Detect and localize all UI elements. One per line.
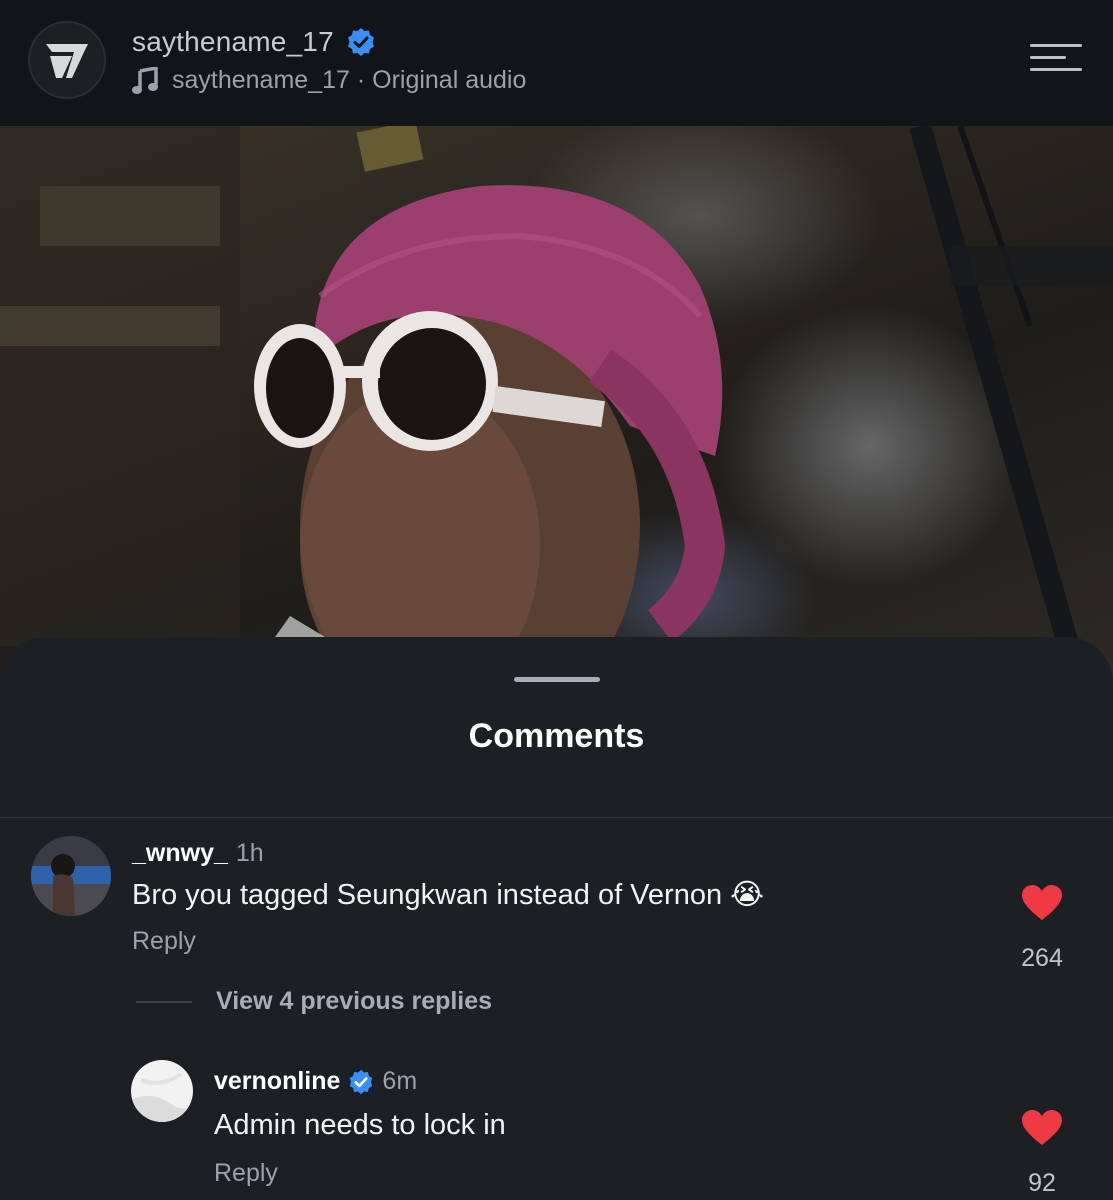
comment-header: _wnwy_ 1h [132,839,264,868]
comments-title: Comments [468,717,645,755]
header-username-row[interactable]: saythename_17 [132,26,376,58]
avatar[interactable] [131,1060,193,1122]
music-note-icon [132,66,158,94]
audio-label[interactable]: saythename_17 · Original audio [172,66,526,95]
heart-icon[interactable] [1022,885,1062,921]
account-avatar[interactable] [28,21,106,99]
reel-comments-screen: saythename_17 saythename_17 · Original a… [0,0,1113,1200]
heart-icon[interactable] [1022,1110,1062,1146]
comment-text: Bro you tagged Seungkwan instead of Vern… [132,879,765,911]
sheet-divider [0,817,1113,818]
avatar-photo [131,1060,193,1122]
replies-line [136,1001,192,1003]
verified-badge-icon [347,28,374,56]
comment-time: 1h [235,839,264,867]
like-count: 92 [1028,1169,1056,1197]
view-previous-replies[interactable]: View 4 previous replies [216,987,492,1016]
video-player[interactable] [0,126,1113,686]
comment-text: Admin needs to lock in [214,1109,506,1141]
reply-button[interactable]: Reply [132,927,196,956]
verified-badge-icon [350,1069,373,1094]
video-frame [0,126,1113,686]
seventeen-logo-icon [46,44,88,78]
header-bar: saythename_17 saythename_17 · Original a… [0,0,1113,126]
sheet-drag-handle[interactable] [514,677,600,682]
audio-row[interactable]: saythename_17 · Original audio [132,66,526,95]
comment-username[interactable]: _wnwy_ [132,839,228,868]
header-username[interactable]: saythename_17 [132,26,334,58]
comment-username[interactable]: vernonline [214,1067,340,1096]
comment-header: vernonline 6m [214,1067,417,1096]
avatar-photo [31,836,111,916]
reply-button[interactable]: Reply [214,1159,278,1188]
comment-time: 6m [382,1067,418,1095]
menu-icon[interactable] [1030,44,1082,72]
comments-sheet: Comments _wnwy_ 1h Bro you tagged Seungk… [0,637,1113,1200]
like-count: 264 [1021,944,1063,972]
avatar[interactable] [31,836,111,916]
